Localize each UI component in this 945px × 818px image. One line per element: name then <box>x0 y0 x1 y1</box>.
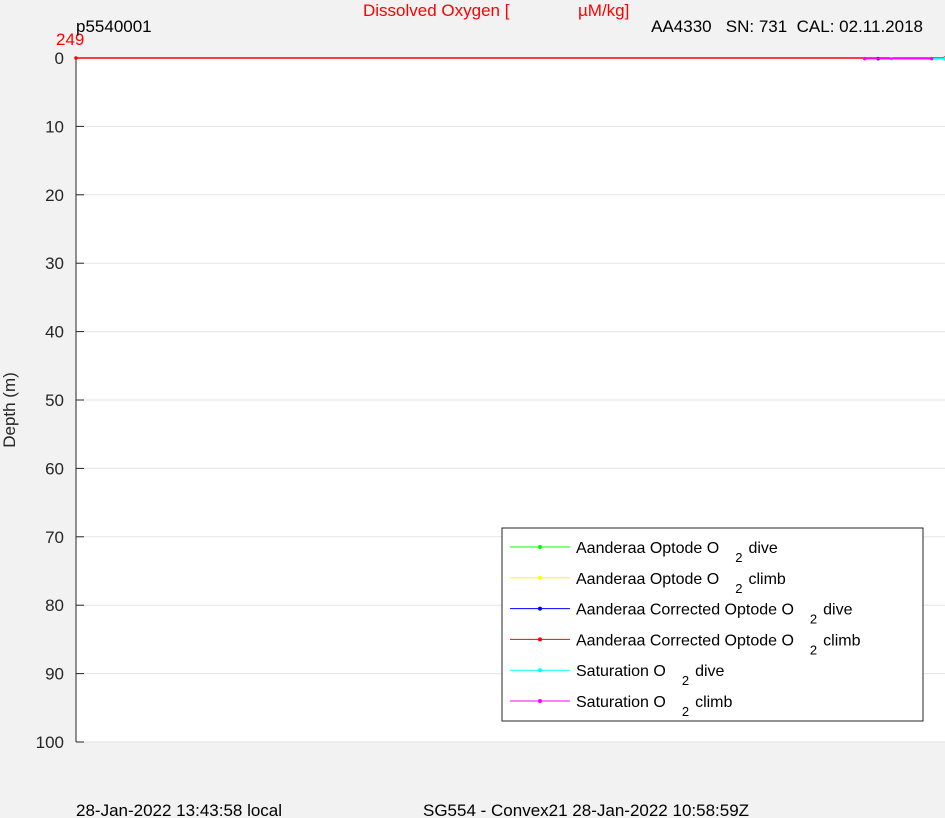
chart-title: Dissolved Oxygen [ <box>363 1 510 20</box>
series-point <box>74 56 78 60</box>
legend-marker <box>538 637 542 642</box>
y-axis-label: Depth (m) <box>0 372 19 448</box>
top-left-label: p5540001 <box>76 17 152 36</box>
legend-marker <box>538 545 542 549</box>
y-tick-label: 90 <box>45 665 64 684</box>
legend-marker <box>538 699 542 703</box>
top-right-label: AA4330 SN: 731 CAL: 02.11.2018 <box>651 17 923 36</box>
y-tick-label: 10 <box>45 117 64 136</box>
series-point <box>862 56 867 61</box>
legend-marker <box>538 668 542 673</box>
series-point <box>929 56 934 61</box>
legend: Aanderaa Optode O2diveAanderaa Optode O2… <box>501 527 924 722</box>
y-tick-label: 20 <box>45 186 64 205</box>
y-tick-label: 80 <box>45 596 64 615</box>
footer-left: 28-Jan-2022 13:43:58 local <box>76 801 282 818</box>
y-tick-label: 0 <box>55 49 64 68</box>
footer-center: SG554 - Convex21 28-Jan-2022 10:58:59Z <box>423 801 749 818</box>
y-tick-label: 40 <box>45 323 64 342</box>
y-tick-label: 60 <box>45 459 64 478</box>
legend-marker <box>538 606 542 611</box>
y-tick-label: 50 <box>45 391 64 410</box>
oxygen-depth-figure: 0102030405060708090100 249 p5540001 Diss… <box>0 1 945 818</box>
chart-title-unit: µM/kg] <box>578 1 629 20</box>
y-tick-label: 100 <box>36 733 64 752</box>
y-tick-label: 70 <box>45 528 64 547</box>
legend-marker <box>538 575 542 580</box>
y-tick-label: 30 <box>45 254 64 273</box>
